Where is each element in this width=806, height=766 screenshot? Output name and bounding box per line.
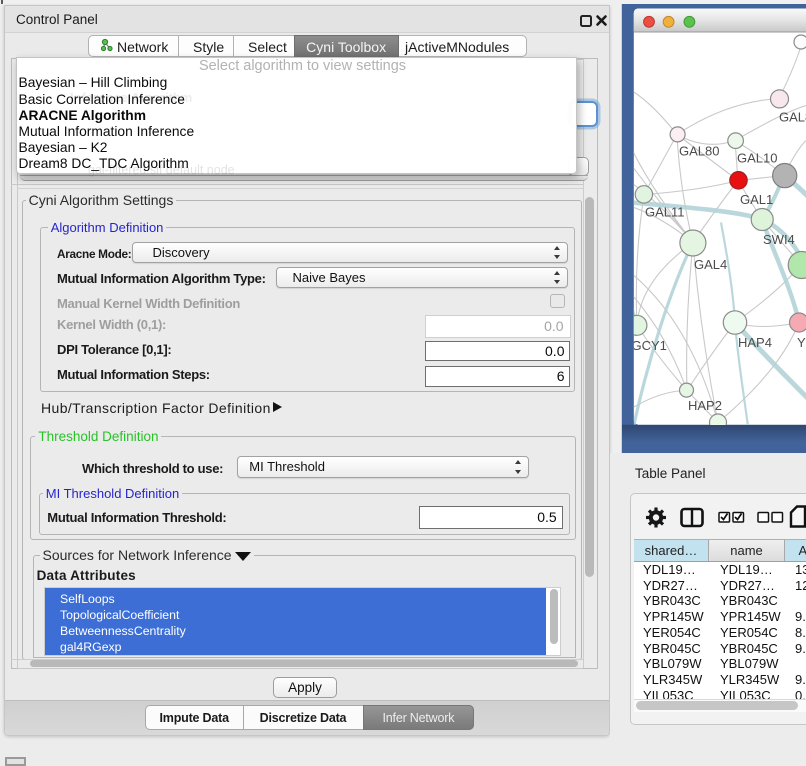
- svg-text:GAL80: GAL80: [679, 143, 719, 158]
- svg-text:HAP2: HAP2: [688, 398, 722, 413]
- svg-text:GAL8: GAL8: [779, 109, 806, 124]
- svg-text:GAL4: GAL4: [694, 257, 727, 272]
- svg-text:GCY1: GCY1: [632, 338, 667, 353]
- svg-text:Y: Y: [797, 335, 806, 350]
- svg-text:GAL11: GAL11: [645, 204, 685, 219]
- svg-text:GAL10: GAL10: [737, 150, 777, 165]
- svg-text:SWI4: SWI4: [763, 232, 795, 247]
- svg-text:GAL1: GAL1: [740, 192, 773, 207]
- svg-text:HAP4: HAP4: [738, 335, 772, 350]
